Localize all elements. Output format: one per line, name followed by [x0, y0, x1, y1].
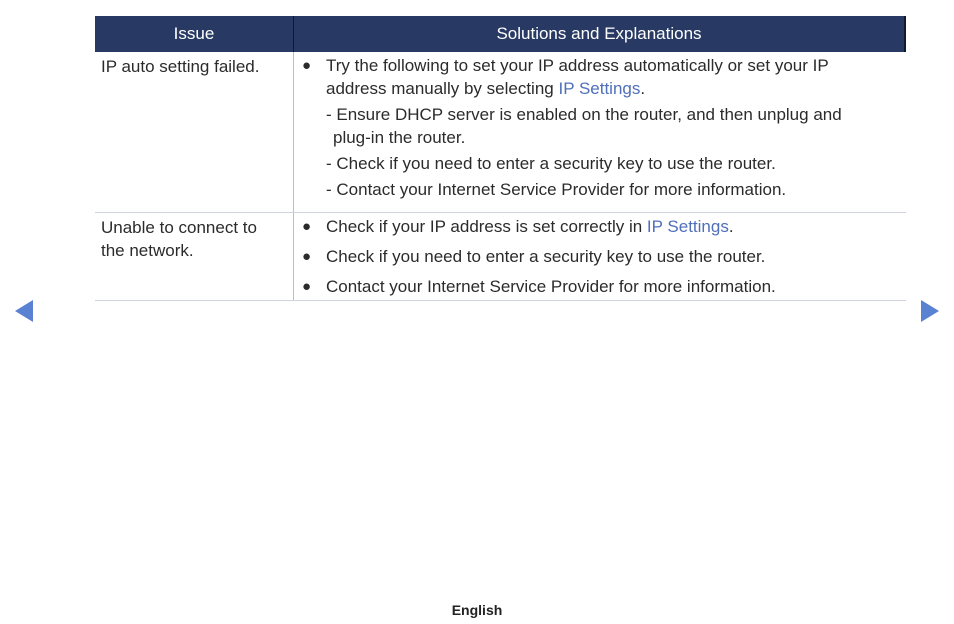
bullet-item: ● Try the following to set your IP addre…: [302, 54, 886, 100]
bullet-trailing: .: [728, 217, 734, 236]
bullet-text: Check if your IP address is set correctl…: [326, 217, 647, 236]
table-row: IP auto setting failed. ● Try the follow…: [95, 52, 906, 213]
bullet-icon: ●: [302, 278, 312, 295]
language-label: English: [451, 602, 503, 618]
bullet-item: ● Check if your IP address is set correc…: [302, 215, 886, 238]
troubleshooting-table: Issue Solutions and Explanations IP auto…: [95, 16, 906, 301]
solution-cell: ● Check if your IP address is set correc…: [294, 213, 906, 300]
sub-text: - Contact your Internet Service Provider…: [326, 180, 787, 199]
solution-cell: ● Try the following to set your IP addre…: [294, 52, 906, 212]
previous-page-icon[interactable]: [15, 300, 33, 322]
next-page-icon[interactable]: [921, 300, 939, 322]
header-issue: Issue: [95, 16, 294, 52]
sub-item: - Ensure DHCP server is enabled on the r…: [302, 103, 886, 149]
header-solutions: Solutions and Explanations: [294, 16, 906, 52]
sub-item: - Contact your Internet Service Provider…: [302, 178, 886, 201]
bullet-text: Check if you need to enter a security ke…: [326, 247, 766, 266]
ip-settings-link[interactable]: IP Settings: [558, 79, 640, 98]
issue-text-continued: the network.: [101, 241, 194, 260]
bullet-text: Contact your Internet Service Provider f…: [326, 277, 776, 296]
sub-item: - Check if you need to enter a security …: [302, 152, 886, 175]
table-row: Unable to connect to the network. ● Chec…: [95, 213, 906, 301]
bullet-icon: ●: [302, 248, 312, 265]
table-header: Issue Solutions and Explanations: [95, 16, 906, 52]
sub-text: - Ensure DHCP server is enabled on the r…: [326, 105, 842, 124]
ip-settings-link[interactable]: IP Settings: [647, 217, 729, 236]
issue-cell: IP auto setting failed.: [95, 52, 294, 212]
issue-cell: Unable to connect to the network.: [95, 213, 294, 300]
bullet-item: ● Check if you need to enter a security …: [302, 245, 886, 268]
sub-text-continued: plug-in the router.: [333, 128, 466, 147]
bullet-item: ● Contact your Internet Service Provider…: [302, 275, 886, 298]
sub-text: - Check if you need to enter a security …: [326, 154, 776, 173]
bullet-icon: ●: [302, 57, 312, 74]
issue-text: Unable to connect to: [101, 218, 257, 237]
bullet-trailing: .: [640, 79, 646, 98]
issue-text: IP auto setting failed.: [101, 57, 260, 76]
bullet-icon: ●: [302, 218, 312, 235]
